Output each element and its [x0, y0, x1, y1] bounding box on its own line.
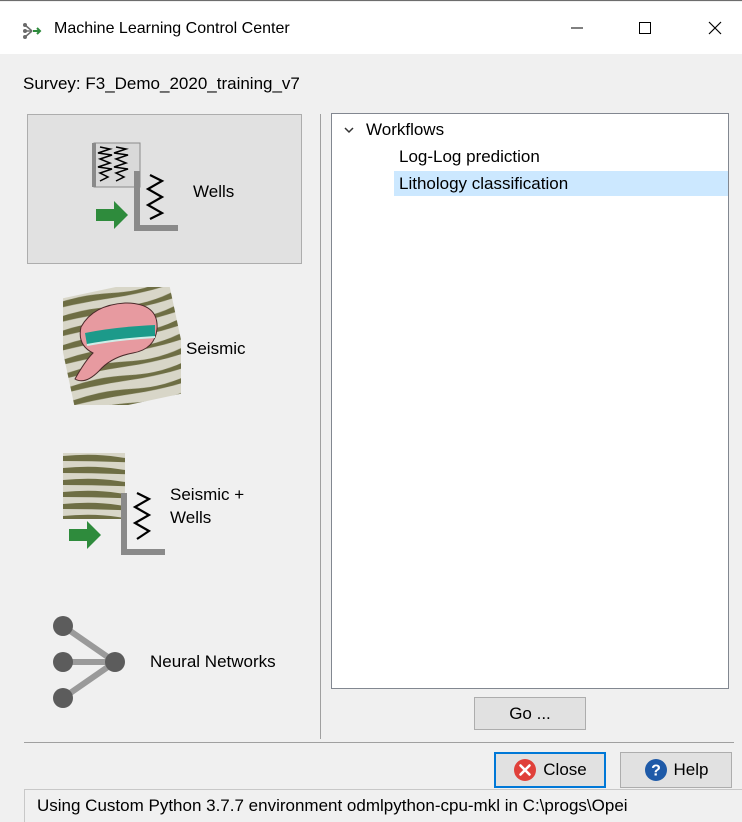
- category-seismic-label: Seismic: [186, 339, 246, 358]
- category-seismic-wells-label-1: Seismic +: [170, 485, 245, 504]
- neural-networks-icon: [53, 616, 125, 708]
- seismic-icon: [63, 287, 181, 405]
- help-button[interactable]: ? Help: [620, 752, 732, 788]
- survey-label: Survey: F3_Demo_2020_training_v7: [23, 74, 300, 93]
- category-wells-label: Wells: [193, 182, 235, 201]
- close-icon: [708, 21, 722, 35]
- go-button-label: Go ...: [509, 703, 551, 723]
- category-neural-networks-label: Neural Networks: [150, 652, 276, 671]
- go-button[interactable]: Go ...: [474, 697, 586, 730]
- wells-icon: [92, 142, 178, 231]
- horizontal-divider: [24, 742, 734, 743]
- tree-root-workflows[interactable]: Workflows: [342, 119, 444, 141]
- category-seismic-wells-button[interactable]: Seismic + Wells: [27, 441, 302, 591]
- help-button-label: Help: [673, 760, 709, 779]
- category-seismic-wells-label-2: Wells: [170, 508, 212, 527]
- tree-root-label: Workflows: [366, 120, 445, 139]
- minimize-button[interactable]: [554, 2, 600, 54]
- svg-text:?: ?: [651, 763, 661, 780]
- title-bar[interactable]: Machine Learning Control Center: [0, 2, 742, 54]
- tree-item-log-log-prediction[interactable]: Log-Log prediction: [396, 144, 540, 169]
- vertical-divider: [320, 114, 321, 739]
- category-wells-button[interactable]: Wells: [27, 114, 302, 264]
- workflows-tree[interactable]: Workflows Log-Log prediction Lithology c…: [331, 113, 729, 689]
- category-neural-networks-button[interactable]: Neural Networks: [27, 596, 302, 746]
- maximize-button[interactable]: [622, 2, 668, 54]
- close-button[interactable]: Close: [494, 752, 606, 788]
- minimize-icon: [571, 27, 583, 29]
- close-circle-icon: [514, 759, 537, 781]
- window-title: Machine Learning Control Center: [54, 20, 290, 37]
- seismic-wells-icon: [63, 453, 165, 555]
- chevron-down-icon[interactable]: [342, 123, 356, 137]
- help-icon: ?: [644, 759, 667, 781]
- main-window: Machine Learning Control Center Survey: …: [0, 0, 742, 822]
- window-close-button[interactable]: [692, 2, 738, 54]
- tree-item-lithology-classification[interactable]: Lithology classification: [394, 171, 728, 196]
- app-icon: [23, 23, 42, 39]
- maximize-icon: [639, 22, 651, 34]
- status-bar: Using Custom Python 3.7.7 environment od…: [24, 789, 742, 822]
- category-seismic-button[interactable]: Seismic: [27, 273, 302, 423]
- close-button-label: Close: [543, 760, 587, 779]
